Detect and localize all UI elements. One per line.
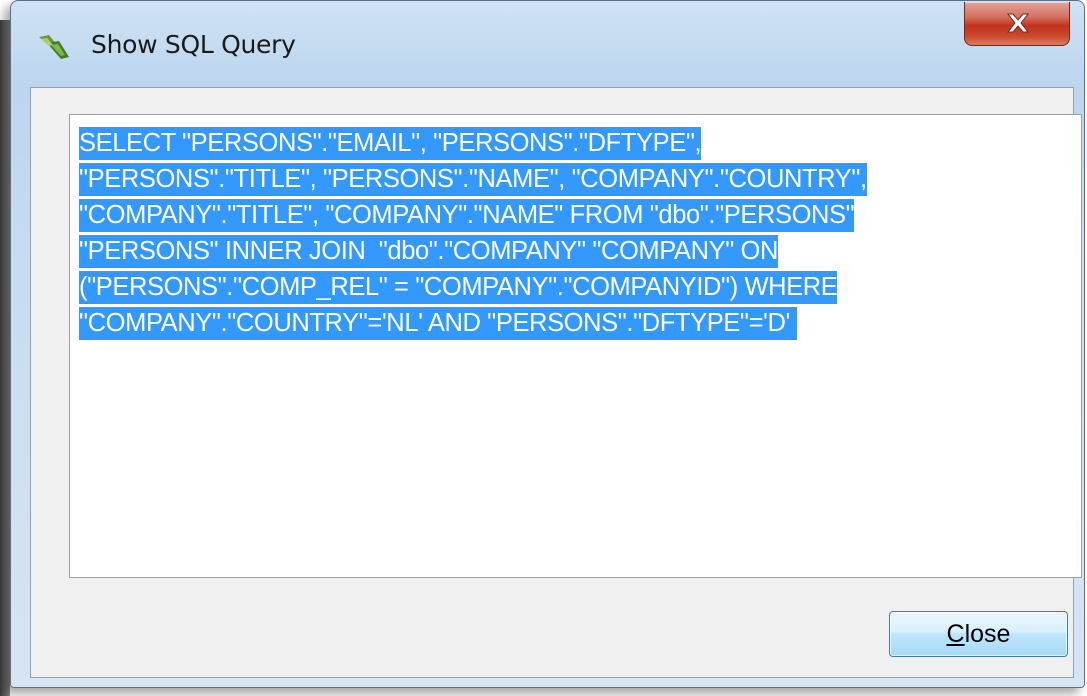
window-title: Show SQL Query xyxy=(91,30,296,59)
dialog-body: SELECT "PERSONS"."EMAIL", "PERSONS"."DFT… xyxy=(30,87,1082,678)
sql-line: ("PERSONS"."COMP_REL" = "COMPANY"."COMPA… xyxy=(79,271,838,304)
close-button[interactable]: Close xyxy=(889,611,1068,657)
sql-line: SELECT "PERSONS"."EMAIL", "PERSONS"."DFT… xyxy=(79,127,702,160)
sql-query-textbox[interactable]: SELECT "PERSONS"."EMAIL", "PERSONS"."DFT… xyxy=(69,114,1082,578)
sql-query-icon xyxy=(37,31,73,63)
title-bar[interactable]: Show SQL Query xyxy=(11,1,1084,87)
background-window-edge xyxy=(0,20,10,696)
window-close-button[interactable] xyxy=(964,2,1070,46)
sql-line: "COMPANY"."COUNTRY"='NL' AND "PERSONS"."… xyxy=(79,307,797,340)
sql-line: "COMPANY"."TITLE", "COMPANY"."NAME" FROM… xyxy=(79,199,855,232)
show-sql-query-dialog: Show SQL Query SELECT "PERSONS"."EMAIL",… xyxy=(10,0,1085,688)
sql-line: "PERSONS"."TITLE", "PERSONS"."NAME", "CO… xyxy=(79,163,867,196)
sql-line: "PERSONS" INNER JOIN "dbo"."COMPANY" "CO… xyxy=(79,235,778,268)
sql-query-text[interactable]: SELECT "PERSONS"."EMAIL", "PERSONS"."DFT… xyxy=(79,125,1069,341)
close-button-label: lose xyxy=(964,620,1011,648)
close-icon xyxy=(1006,13,1030,33)
close-button-accelerator: C xyxy=(946,620,965,648)
